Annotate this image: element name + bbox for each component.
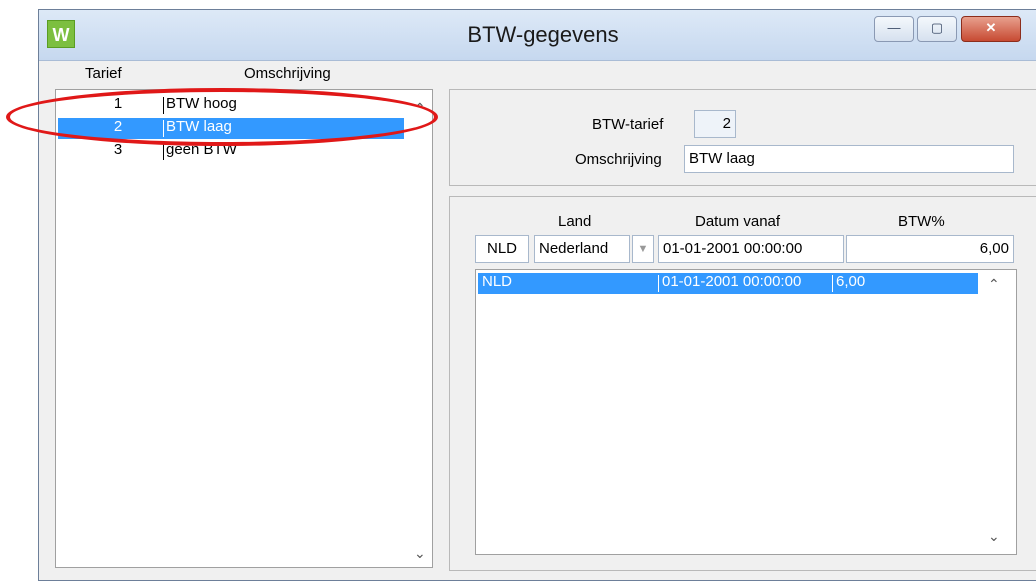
column-header-land: Land (558, 213, 592, 230)
datum-field[interactable]: 01-01-2001 00:00:00 (658, 235, 844, 263)
btw-window: W BTW-gegevens — ▢ ✕ Tarief Omschrijving… (38, 9, 1036, 581)
rates-group: Land Datum vanaf BTW% NLD Nederland ▼ 01… (449, 196, 1036, 571)
column-header-datum: Datum vanaf (695, 213, 781, 230)
detail-group: BTW-tarief 2 Omschrijving BTW laag (449, 89, 1036, 186)
rate-row-pct: 6,00 (836, 273, 866, 290)
minimize-button[interactable]: — (874, 16, 914, 42)
list-item[interactable]: 3 geen BTW (58, 141, 404, 162)
land-name-field[interactable]: Nederland (534, 235, 630, 263)
list-item-num: 2 (113, 118, 123, 135)
dropdown-arrow-icon[interactable]: ▼ (632, 235, 654, 263)
column-separator (163, 143, 164, 160)
column-separator (163, 120, 164, 137)
list-item-desc: geen BTW (166, 141, 237, 158)
column-separator (658, 275, 659, 292)
btw-pct-field[interactable]: 6,00 (846, 235, 1014, 263)
btw-tarief-label: BTW-tarief (592, 116, 664, 133)
rate-row-code: NLD (482, 273, 513, 290)
list-item-desc: BTW hoog (166, 95, 237, 112)
list-item-desc: BTW laag (166, 118, 232, 135)
list-item[interactable]: 1 BTW hoog (58, 95, 404, 116)
omschrijving-field[interactable]: BTW laag (684, 145, 1014, 173)
scroll-down-icon[interactable]: ⌄ (988, 528, 1000, 545)
list-item-selected[interactable]: 2 BTW laag (58, 118, 404, 139)
scroll-up-icon[interactable]: ⌃ (414, 100, 426, 117)
column-header-tarief[interactable]: Tarief (85, 65, 122, 82)
btw-tarief-field[interactable]: 2 (694, 110, 736, 138)
column-header-btw: BTW% (898, 213, 945, 230)
list-item-num: 3 (113, 141, 123, 158)
rates-list[interactable]: NLD 01-01-2001 00:00:00 6,00 ⌃ ⌄ (475, 269, 1017, 555)
scroll-up-icon[interactable]: ⌃ (988, 276, 1000, 293)
rate-row-date: 01-01-2001 00:00:00 (662, 273, 802, 290)
omschrijving-label: Omschrijving (575, 151, 662, 168)
column-header-omschrijving[interactable]: Omschrijving (244, 65, 331, 82)
list-item-num: 1 (113, 95, 123, 112)
rate-row[interactable]: NLD 01-01-2001 00:00:00 6,00 (478, 273, 978, 294)
close-button[interactable]: ✕ (961, 16, 1021, 42)
title-bar[interactable]: W BTW-gegevens — ▢ ✕ (39, 10, 1036, 61)
maximize-button[interactable]: ▢ (917, 16, 957, 42)
scroll-down-icon[interactable]: ⌄ (414, 545, 426, 562)
column-separator (832, 275, 833, 292)
column-separator (163, 97, 164, 114)
tarief-list[interactable]: 1 BTW hoog 2 BTW laag 3 geen BTW ⌃ ⌄ (55, 89, 433, 568)
land-code-field[interactable]: NLD (475, 235, 529, 263)
